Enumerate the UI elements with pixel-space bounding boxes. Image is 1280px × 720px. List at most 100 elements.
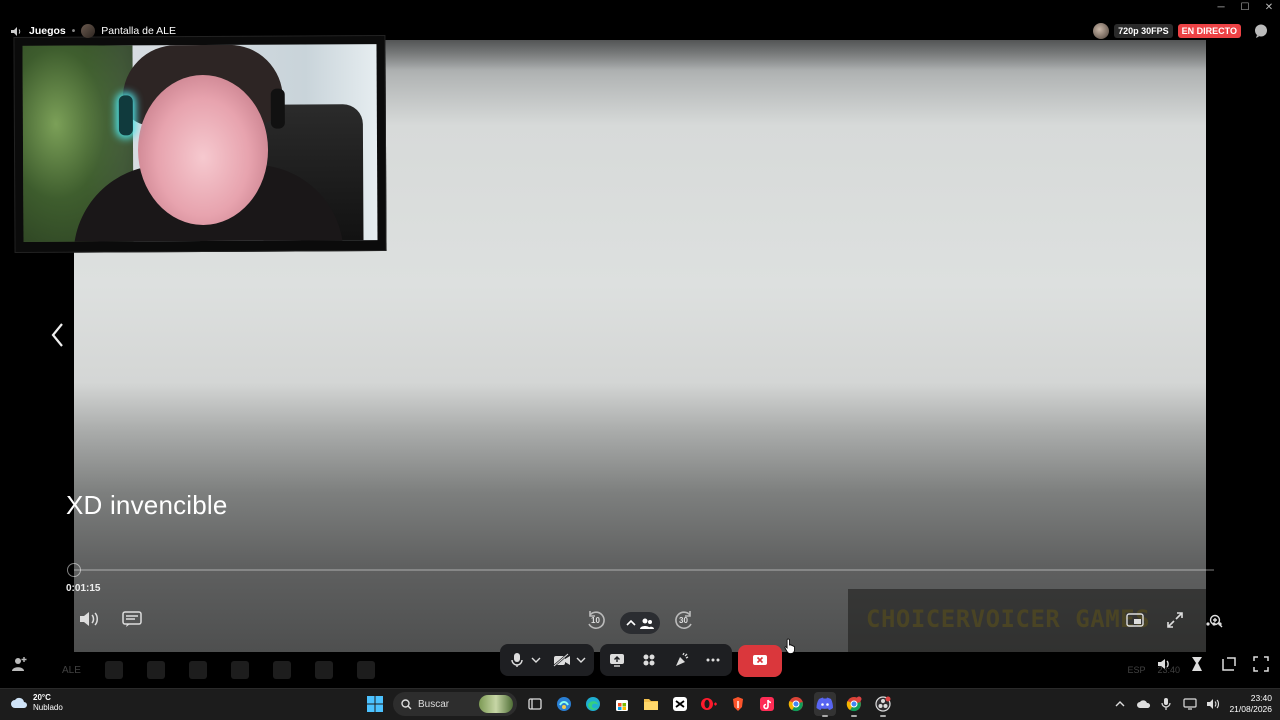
forward-30-icon[interactable]: 30 — [672, 608, 696, 632]
stream-caption: XD invencible — [66, 490, 228, 520]
screen-share-icon[interactable] — [606, 649, 628, 671]
screen-share-title: Pantalla de ALE — [101, 25, 177, 37]
disconnect-button[interactable] — [738, 645, 782, 677]
show-hidden-icons-chevron-icon[interactable] — [1114, 697, 1128, 711]
more-call-options-icon[interactable] — [702, 649, 724, 671]
camera-off-icon[interactable] — [551, 649, 572, 671]
task-view-icon[interactable] — [524, 692, 546, 716]
discord-icon[interactable] — [814, 692, 836, 717]
capcut-icon[interactable] — [669, 692, 691, 716]
taskbar-apps: Buscar — [364, 692, 894, 717]
audio-video-controls — [500, 644, 594, 676]
zoom-icon[interactable] — [1208, 613, 1224, 629]
user-avatar — [81, 24, 96, 38]
activities-icon[interactable] — [638, 649, 660, 671]
call-right-controls — [1156, 655, 1270, 673]
previous-stream-arrow-icon[interactable] — [48, 320, 68, 350]
windows-taskbar: 20°C Nublado Buscar 23:40 21/08/2026 — [0, 688, 1280, 720]
separator-dot: • — [71, 25, 76, 37]
chrome-icon[interactable] — [785, 692, 807, 716]
store-icon[interactable] — [611, 692, 633, 716]
mic-options-chevron-icon[interactable] — [529, 649, 543, 671]
obs-icon[interactable] — [872, 692, 894, 717]
clock-date: 21/08/2026 — [1229, 704, 1272, 714]
tiktok-icon[interactable] — [756, 692, 778, 716]
forward-seconds: 30 — [679, 616, 688, 625]
stream-header: Juegos • Pantalla de ALE 720p 30FPS EN D… — [0, 20, 1280, 42]
chevron-up-icon — [626, 619, 636, 626]
search-placeholder: Buscar — [418, 698, 450, 710]
ghost-label: ALE — [62, 664, 81, 676]
edge-icon[interactable] — [582, 692, 604, 716]
ghost-chrome-icon — [188, 661, 207, 679]
ghost-app3-icon — [356, 661, 375, 679]
close-button[interactable]: ✕ — [1262, 2, 1276, 13]
window-controls: ─ ☐ ✕ — [1214, 2, 1276, 13]
viewer-avatar[interactable] — [1093, 23, 1110, 39]
chat-bubble-icon[interactable] — [1254, 24, 1268, 38]
onedrive-icon[interactable] — [1137, 697, 1151, 711]
opera-icon[interactable] — [698, 692, 720, 716]
quality-badge[interactable]: 720p 30FPS — [1114, 24, 1173, 38]
rewind-10-icon[interactable]: 10 — [584, 608, 608, 632]
chrome-profile-icon[interactable] — [843, 692, 865, 717]
taskbar-search-box[interactable]: Buscar — [393, 692, 517, 716]
speaker-icon[interactable] — [10, 26, 23, 37]
popout-window-icon[interactable] — [1220, 655, 1238, 673]
volume-icon[interactable] — [78, 609, 100, 629]
live-badge: EN DIRECTO — [1177, 24, 1241, 38]
rewind-seconds: 10 — [591, 616, 600, 625]
disconnect-icon — [753, 655, 767, 665]
webcam-headset — [270, 88, 285, 129]
webcam-person-face — [137, 74, 269, 226]
ghost-lang: ESP — [1127, 665, 1146, 675]
soundboard-icon[interactable] — [670, 649, 692, 671]
share-activity-controls — [600, 644, 732, 676]
video-progress-bar[interactable] — [74, 569, 1214, 571]
volume-slider-icon[interactable] — [1156, 655, 1174, 673]
participants-icon — [640, 618, 654, 629]
system-tray: 23:40 21/08/2026 — [1114, 693, 1272, 715]
ghost-stream-taskbar: ALE — [56, 652, 396, 688]
ghost-search-icon — [104, 661, 123, 679]
screen: ─ ☐ ✕ Juegos • Pantalla de ALE 720p 30FP… — [0, 0, 1280, 720]
fullscreen-icon[interactable] — [1166, 611, 1184, 634]
maximize-button[interactable]: ☐ — [1238, 2, 1252, 13]
microphone-tray-icon[interactable] — [1160, 697, 1174, 711]
webcam-overlay — [13, 35, 387, 253]
expand-participants-button[interactable] — [620, 612, 660, 634]
brave-icon[interactable] — [727, 692, 749, 716]
file-explorer-icon[interactable] — [640, 692, 662, 716]
fullscreen-call-icon[interactable] — [1252, 655, 1270, 673]
cloud-icon — [11, 697, 27, 708]
webcam-feed — [22, 44, 378, 242]
network-icon[interactable] — [1183, 697, 1198, 711]
weather-temperature: 20°C — [33, 693, 51, 702]
category-label[interactable]: Juegos — [29, 25, 66, 37]
widgets-icon[interactable] — [553, 692, 575, 716]
camera-options-chevron-icon[interactable] — [574, 649, 588, 671]
ghost-app2-icon — [314, 661, 333, 679]
subtitles-icon[interactable] — [121, 609, 143, 629]
weather-widget[interactable]: 20°C Nublado — [10, 693, 63, 713]
add-user-icon[interactable] — [10, 655, 28, 673]
start-icon[interactable] — [364, 692, 386, 716]
video-timecode: 0:01:15 — [66, 583, 101, 594]
search-highlight-image — [479, 695, 513, 713]
activity-icon[interactable] — [1188, 655, 1206, 673]
mouse-cursor-icon — [784, 638, 796, 659]
system-clock[interactable]: 23:40 21/08/2026 — [1229, 693, 1272, 715]
webcam-headset-glow — [118, 95, 133, 136]
watermark-text: CHOICERVOICER GAMES — [866, 605, 1151, 633]
clock-time: 23:40 — [1250, 693, 1272, 703]
ghost-notion-icon — [230, 661, 249, 679]
ghost-folder-icon — [146, 661, 165, 679]
ghost-app-icon — [272, 661, 291, 679]
weather-description: Nublado — [33, 703, 63, 712]
progress-knob[interactable] — [67, 563, 81, 577]
minimize-button[interactable]: ─ — [1214, 2, 1228, 13]
speaker-tray-icon[interactable] — [1206, 697, 1220, 711]
search-icon — [401, 698, 412, 709]
microphone-icon[interactable] — [506, 649, 527, 671]
pop-out-icon[interactable] — [1126, 613, 1144, 632]
